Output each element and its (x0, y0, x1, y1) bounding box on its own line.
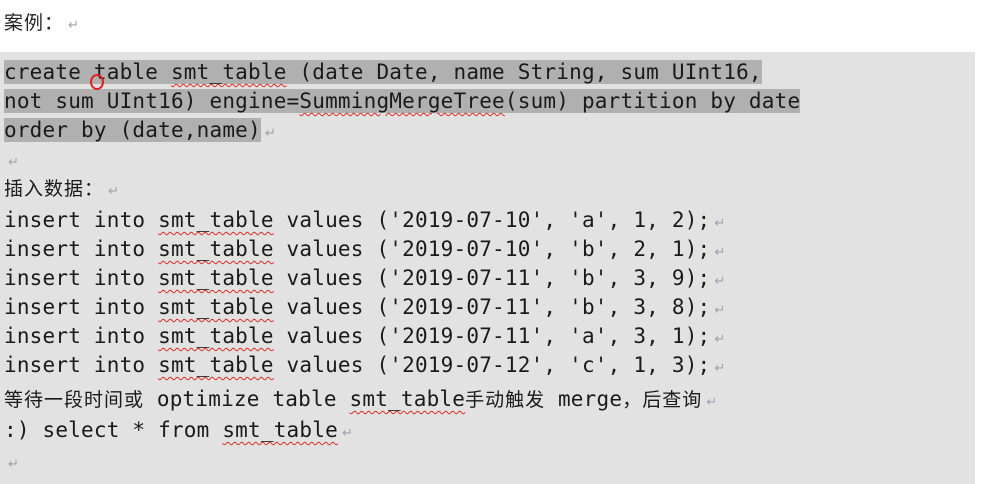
cursor-highlight-icon (90, 74, 104, 90)
paragraph-mark: ↵ (714, 274, 726, 289)
insert-line: insert into smt_table values ('2019-07-1… (4, 351, 725, 379)
insert-keyword: insert into (4, 353, 159, 377)
blank-line: ↵ (4, 447, 19, 475)
insert-label: 插入数据： (4, 178, 105, 200)
engine-prefix: not sum UInt16) engine= (4, 89, 300, 113)
insert-line: insert into smt_table values ('2019-07-1… (4, 235, 725, 263)
paragraph-mark: ↵ (8, 457, 20, 472)
table-name: smt_table (158, 208, 274, 232)
table-name: smt_table (158, 295, 274, 319)
paragraph-mark: ↵ (341, 426, 354, 441)
insert-values: values ('2019-07-11', 'a', 3, 1); (273, 324, 711, 348)
heading-text: 案例： (4, 12, 65, 34)
column-defs: (date Date, name String, sum UInt16, (286, 60, 762, 84)
create-line-2: not sum UInt16) engine=SummingMergeTree(… (4, 87, 801, 115)
insert-line: insert into smt_table values ('2019-07-1… (4, 264, 725, 292)
insert-line: insert into smt_table values ('2019-07-1… (4, 322, 725, 350)
insert-line: insert into smt_table values ('2019-07-1… (4, 293, 725, 321)
paragraph-mark: ↵ (714, 332, 726, 347)
insert-keyword: insert into (4, 266, 159, 290)
blank-line: ↵ (4, 145, 19, 173)
merge-keyword: merge (545, 387, 623, 411)
order-by-clause: order by (date,name) (4, 118, 261, 142)
paragraph-mark: ↵ (264, 126, 276, 141)
paragraph-mark: ↵ (8, 155, 20, 170)
table-name: smt_table (158, 353, 274, 377)
insert-values: values ('2019-07-10', 'b', 2, 1); (273, 237, 711, 261)
paragraph-mark: ↵ (714, 361, 726, 376)
paragraph-mark: ↵ (706, 395, 718, 410)
paragraph-mark: ↵ (68, 18, 80, 33)
optimize-line: 等待一段时间或 optimize table smt_table手动触发 mer… (4, 385, 717, 413)
create-line-3: order by (date,name) ↵ (4, 116, 276, 144)
paragraph-mark: ↵ (714, 245, 726, 260)
select-statement: :) select * from (4, 418, 223, 442)
insert-keyword: insert into (4, 237, 159, 261)
create-keyword: create table (4, 60, 171, 84)
insert-keyword: insert into (4, 295, 159, 319)
table-name: smt_table (222, 418, 338, 442)
table-name: smt_table (158, 266, 274, 290)
insert-line: insert into smt_table values ('2019-07-1… (4, 206, 725, 234)
engine-suffix: (sum) partition by date (504, 89, 801, 113)
select-line: :) select * from smt_table ↵ (4, 416, 353, 444)
table-name: smt_table (158, 324, 274, 348)
paragraph-mark: ↵ (108, 184, 120, 199)
create-line-1: create table smt_table (date Date, name … (4, 58, 762, 86)
paragraph-mark: ↵ (714, 216, 726, 231)
example-heading: 案例： ↵ (4, 8, 80, 35)
table-name: smt_table (349, 387, 466, 411)
insert-values: values ('2019-07-10', 'a', 1, 2); (273, 208, 711, 232)
manual-trigger-text: 手动触发 (465, 389, 546, 411)
insert-values: values ('2019-07-11', 'b', 3, 9); (273, 266, 711, 290)
table-name: smt_table (158, 237, 274, 261)
insert-keyword: insert into (4, 208, 159, 232)
insert-label-line: 插入数据： ↵ (4, 174, 119, 202)
paragraph-mark: ↵ (714, 303, 726, 318)
insert-values: values ('2019-07-12', 'c', 1, 3); (273, 353, 711, 377)
table-name: smt_table (170, 60, 287, 84)
then-query-text: ，后查询 (622, 389, 703, 411)
optimize-keyword: optimize table (144, 387, 350, 411)
wait-text: 等待一段时间或 (4, 389, 145, 411)
engine-name: SummingMergeTree (299, 89, 505, 113)
insert-values: values ('2019-07-11', 'b', 3, 8); (273, 295, 711, 319)
insert-keyword: insert into (4, 324, 159, 348)
